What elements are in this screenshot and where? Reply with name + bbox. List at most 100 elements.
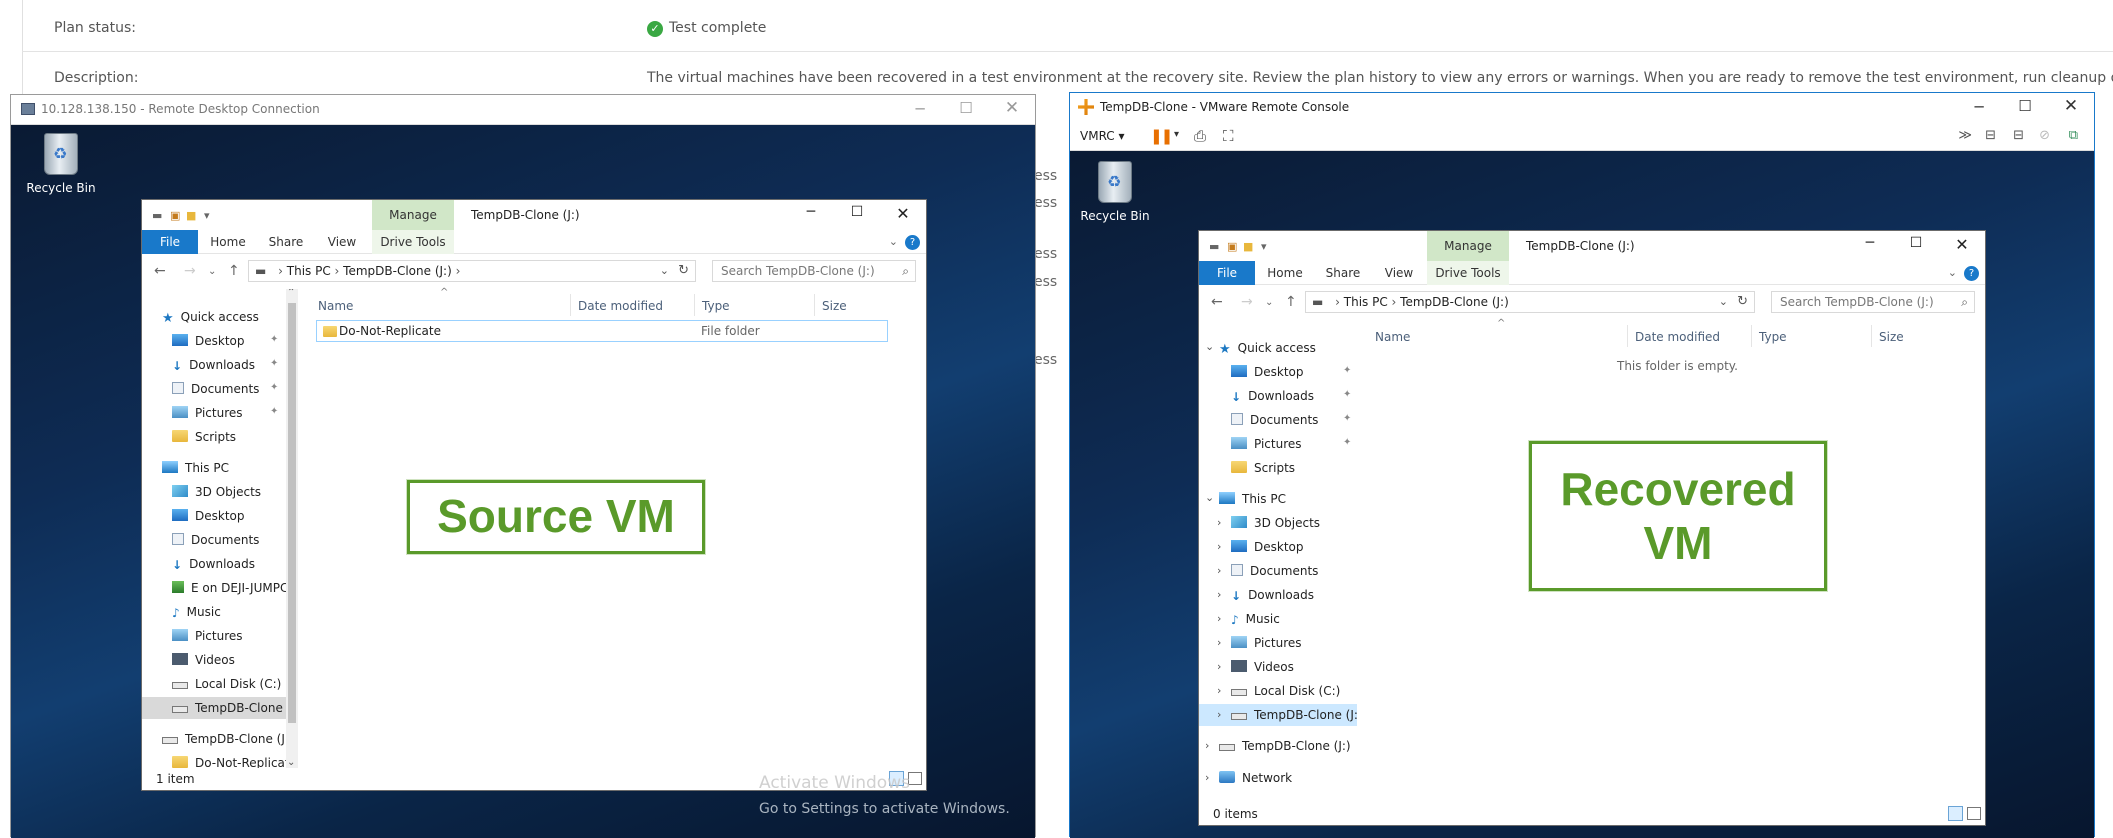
refresh-icon[interactable]: ↻ <box>1737 292 1748 312</box>
nav-3d-objects[interactable]: 3D Objects <box>172 481 261 503</box>
column-size[interactable]: Size <box>1879 330 1904 344</box>
minimize-icon[interactable]: ─ <box>1956 98 2002 116</box>
help-icon[interactable]: ? <box>905 235 920 250</box>
nav-pictures[interactable]: Pictures <box>1231 632 1302 654</box>
forward-icon[interactable]: → <box>1241 294 1253 310</box>
nav-network-drive[interactable]: E on DEJI-JUMPC <box>172 577 288 599</box>
nav-network[interactable]: Network <box>1219 767 1292 789</box>
nav-documents[interactable]: Documents <box>172 378 259 400</box>
tab-view[interactable]: View <box>316 230 368 254</box>
up-icon[interactable]: ↑ <box>228 263 240 279</box>
new-folder-icon[interactable]: ■ <box>186 209 196 222</box>
details-view-icon[interactable] <box>1948 806 1963 821</box>
recovered-explorer-window[interactable]: ▬ ▣ ■ ▾ Manage TempDB-Clone (J:) ─ ☐ ✕ F… <box>1198 230 1986 826</box>
chevron-right-icon[interactable]: › <box>1217 540 1221 553</box>
breadcrumb-drive[interactable]: TempDB-Clone (J:) <box>1400 295 1509 309</box>
explorer-titlebar[interactable]: ▬ ▣ ■ ▾ Manage TempDB-Clone (J:) ─ ☐ ✕ <box>1199 231 1985 261</box>
chevron-down-icon[interactable]: ⌄ <box>1205 340 1214 353</box>
breadcrumb-this-pc[interactable]: This PC <box>1344 295 1388 309</box>
chevron-right-icon[interactable]: › <box>1217 636 1221 649</box>
recycle-bin[interactable]: Recycle Bin <box>1070 161 1160 223</box>
tab-drive-tools[interactable]: Drive Tools <box>1427 261 1509 285</box>
chevron-right-icon[interactable]: › <box>1205 771 1209 784</box>
nav-scripts[interactable]: Scripts <box>1231 457 1295 479</box>
tab-file[interactable]: File <box>1199 261 1255 285</box>
minimize-icon[interactable]: ─ <box>897 100 943 118</box>
nav-scrollbar[interactable]: ⌃ ⌄ <box>286 289 298 768</box>
vmrc-menu[interactable]: VMRC ▾ <box>1080 129 1125 143</box>
nav-videos[interactable]: Videos <box>172 649 235 671</box>
nav-desktop[interactable]: Desktop <box>1231 361 1304 383</box>
chevron-right-icon[interactable]: › <box>1217 564 1221 577</box>
nav-documents[interactable]: Documents <box>1231 409 1318 431</box>
nav-pictures[interactable]: Pictures <box>1231 433 1302 455</box>
nav-tempdb-drive[interactable]: TempDB-Clone (J:) <box>1199 704 1357 726</box>
expand-ribbon-icon[interactable]: ⌄ <box>889 235 898 248</box>
nav-tempdb-drive[interactable]: TempDB-Clone ( <box>142 697 291 719</box>
column-size[interactable]: Size <box>822 299 847 313</box>
maximize-icon[interactable]: ☐ <box>834 204 880 220</box>
properties-icon[interactable]: ▣ <box>1227 240 1237 253</box>
nav-local-disk[interactable]: Local Disk (C:) <box>172 673 281 695</box>
nav-documents[interactable]: Documents <box>1231 560 1318 582</box>
address-bar[interactable]: ▬ › This PC › TempDB-Clone (J:) › ⌄ ↻ <box>248 260 696 282</box>
chevron-right-icon[interactable]: › <box>1205 739 1209 752</box>
qat-dropdown-icon[interactable]: ▾ <box>204 209 210 222</box>
nav-this-pc[interactable]: This PC <box>1219 488 1286 510</box>
column-name[interactable]: Name <box>318 299 353 313</box>
forward-icon[interactable]: → <box>184 263 196 279</box>
fullscreen-icon[interactable]: ⛶ <box>1223 127 1234 145</box>
close-icon[interactable]: ✕ <box>1939 235 1985 254</box>
nav-desktop[interactable]: Desktop <box>172 505 245 527</box>
expand-ribbon-icon[interactable]: ⌄ <box>1948 266 1957 279</box>
large-icons-view-icon[interactable] <box>1967 807 1981 820</box>
maximize-icon[interactable]: ☐ <box>943 99 989 117</box>
column-type[interactable]: Type <box>702 299 730 313</box>
vmrc-titlebar[interactable]: TempDB-Clone - VMware Remote Console ─ ☐… <box>1070 93 2094 123</box>
navigation-pane[interactable]: ★ Quick access Desktop ✦ ↓ Downloads ✦ Doc… <box>142 289 298 768</box>
recycle-bin[interactable]: Recycle Bin <box>16 133 106 195</box>
breadcrumb-this-pc[interactable]: This PC <box>287 264 331 278</box>
vmrc-window[interactable]: TempDB-Clone - VMware Remote Console ─ ☐… <box>1069 92 2095 838</box>
nav-tempdb-drive[interactable]: TempDB-Clone (J: <box>162 728 289 750</box>
column-name[interactable]: Name <box>1375 330 1410 344</box>
tab-drive-tools[interactable]: Drive Tools <box>372 230 454 254</box>
send-ctrl-alt-del-icon[interactable]: ⎙ <box>1194 127 1206 145</box>
nav-local-disk[interactable]: Local Disk (C:) <box>1231 680 1340 702</box>
nav-music[interactable]: ♪ Music <box>1231 608 1280 630</box>
navigation-pane[interactable]: ⌄ ★ Quick access Desktop ✦ ↓ Downloads ✦ D… <box>1199 320 1357 803</box>
power-dropdown-icon[interactable]: ▾ <box>1174 129 1179 140</box>
tab-share[interactable]: Share <box>258 230 314 254</box>
new-folder-icon[interactable]: ■ <box>1243 240 1253 253</box>
explorer-titlebar[interactable]: ▬ ▣ ■ ▾ Manage TempDB-Clone (J:) ─ ☐ ✕ <box>142 200 926 230</box>
nav-videos[interactable]: Videos <box>1231 656 1294 678</box>
up-icon[interactable]: ↑ <box>1285 294 1297 310</box>
tab-file[interactable]: File <box>142 230 198 254</box>
usb-icon[interactable]: ⧉ <box>2069 128 2078 143</box>
large-icons-view-icon[interactable] <box>908 772 922 785</box>
column-date-modified[interactable]: Date modified <box>578 299 663 313</box>
rdp-titlebar[interactable]: 10.128.138.150 - Remote Desktop Connecti… <box>11 95 1035 125</box>
tab-view[interactable]: View <box>1373 261 1425 285</box>
rdp-window[interactable]: 10.128.138.150 - Remote Desktop Connecti… <box>10 94 1036 838</box>
network-adapter-icon[interactable]: ⊟ <box>2013 128 2024 143</box>
minimize-icon[interactable]: ─ <box>788 204 834 220</box>
scroll-thumb[interactable] <box>288 303 296 723</box>
tab-home[interactable]: Home <box>200 230 256 254</box>
breadcrumb-drive[interactable]: TempDB-Clone (J:) <box>343 264 452 278</box>
minimize-icon[interactable]: ─ <box>1847 235 1893 251</box>
maximize-icon[interactable]: ☐ <box>2002 97 2048 115</box>
nav-pictures[interactable]: Pictures <box>172 625 243 647</box>
manage-tab[interactable]: Manage <box>1427 231 1509 261</box>
close-icon[interactable]: ✕ <box>880 204 926 223</box>
file-row[interactable]: Do-Not-Replicate File folder <box>316 320 888 342</box>
recent-locations-icon[interactable]: ⌄ <box>1265 297 1273 308</box>
address-bar[interactable]: ▬ › This PC › TempDB-Clone (J:) ⌄ ↻ <box>1305 291 1755 313</box>
nav-desktop[interactable]: Desktop <box>172 330 245 352</box>
address-dropdown-icon[interactable]: ⌄ <box>660 261 669 281</box>
nav-downloads[interactable]: ↓ Downloads <box>172 354 255 376</box>
manage-tab[interactable]: Manage <box>372 200 454 230</box>
recent-locations-icon[interactable]: ⌄ <box>208 266 216 277</box>
nav-do-not-replicate[interactable]: Do-Not-Replicat <box>172 752 290 768</box>
removable-device-icon[interactable]: ⊟ <box>1985 128 1996 143</box>
